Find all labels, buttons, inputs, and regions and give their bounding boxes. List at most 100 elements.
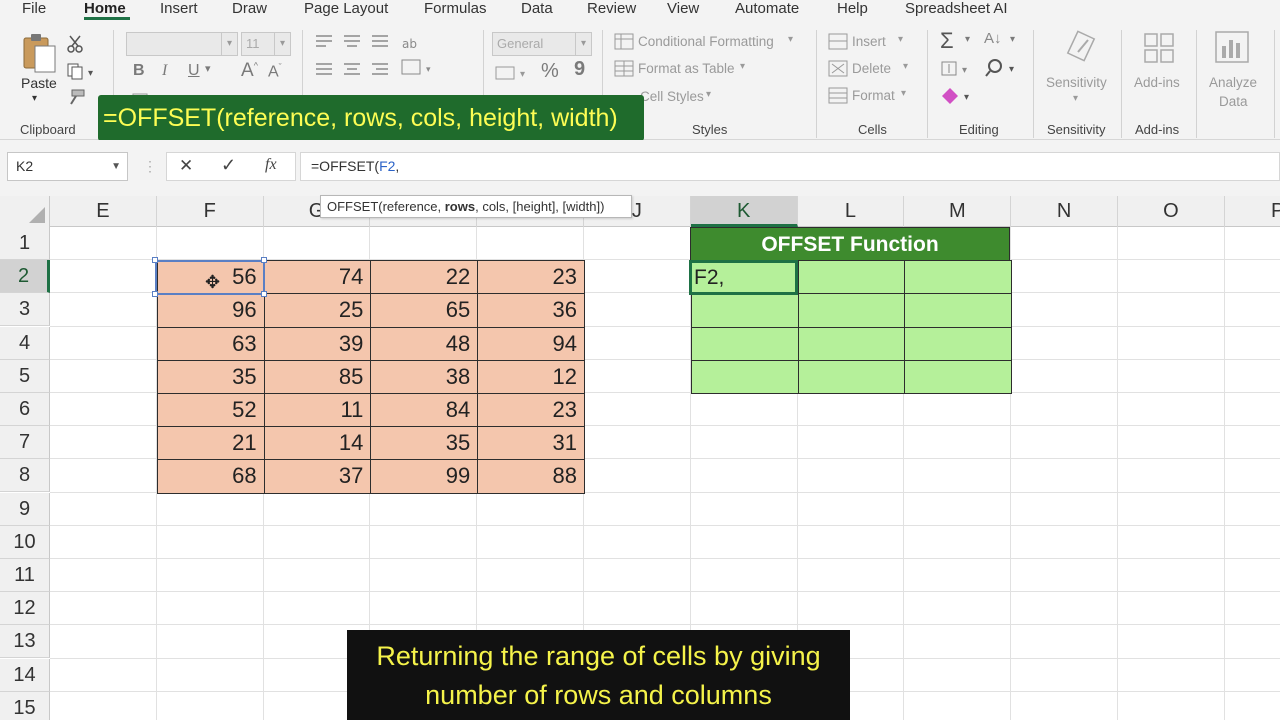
select-all-button[interactable] <box>0 196 50 227</box>
row-header-8[interactable]: 8 <box>0 459 50 493</box>
cut-icon[interactable] <box>66 34 84 54</box>
format-cells-icon[interactable] <box>828 87 848 105</box>
formula-input[interactable]: =OFFSET(F2, <box>300 152 1280 181</box>
offset-result-cell[interactable] <box>904 326 1013 361</box>
data-cell[interactable]: 12 <box>477 359 585 394</box>
data-cell[interactable]: 37 <box>263 459 372 494</box>
column-header-m[interactable]: M <box>904 196 1012 227</box>
clear-icon[interactable]: ▾ <box>940 86 976 106</box>
cell-styles-button[interactable]: Cell Styles <box>640 89 704 104</box>
row-header-11[interactable]: 11 <box>0 559 50 592</box>
conditional-formatting-button[interactable]: Conditional Formatting <box>638 34 774 49</box>
alignment-icons[interactable]: ab ▾ <box>314 32 434 104</box>
row-header-7[interactable]: 7 <box>0 426 50 460</box>
chevron-down-icon[interactable]: ▾ <box>965 34 970 45</box>
format-as-table-button[interactable]: Format as Table <box>638 61 735 76</box>
sensitivity-icon[interactable] <box>1064 30 1098 64</box>
row-header-5[interactable]: 5 <box>0 359 50 393</box>
selection-handle[interactable] <box>152 257 158 263</box>
insert-function-icon[interactable]: fx <box>265 156 277 174</box>
percent-button[interactable]: % <box>541 60 559 83</box>
data-cell[interactable]: 35 <box>156 359 265 394</box>
format-painter-icon[interactable] <box>66 88 86 106</box>
tab-review[interactable]: Review <box>587 0 636 17</box>
data-cell[interactable]: 21 <box>156 426 265 461</box>
paste-chevron-icon[interactable]: ▾ <box>32 93 37 104</box>
shrink-font-icon[interactable]: Aˇ <box>268 62 282 81</box>
tab-view[interactable]: View <box>667 0 699 17</box>
tab-draw[interactable]: Draw <box>232 0 267 17</box>
font-name-combo[interactable]: ▾ <box>126 32 238 56</box>
row-header-2[interactable]: 2 <box>0 260 50 294</box>
cancel-icon[interactable]: ✕ <box>179 156 193 176</box>
offset-result-cell[interactable] <box>904 260 1013 295</box>
paste-icon[interactable] <box>20 32 58 74</box>
insert-cells-button[interactable]: Insert <box>852 34 886 49</box>
add-ins-button[interactable]: Add-ins <box>1134 75 1180 90</box>
data-cell[interactable]: 22 <box>370 260 479 295</box>
row-header-14[interactable]: 14 <box>0 658 50 692</box>
row-header-9[interactable]: 9 <box>0 492 50 526</box>
data-cell[interactable]: 36 <box>477 293 585 328</box>
paste-label[interactable]: Paste <box>21 75 57 91</box>
column-header-k[interactable]: K <box>690 196 798 227</box>
selection-handle[interactable] <box>261 257 267 263</box>
fill-icon[interactable]: ▾ <box>940 60 974 78</box>
tab-help[interactable]: Help <box>837 0 868 17</box>
underline-chevron-icon[interactable]: ▾ <box>205 62 211 75</box>
offset-result-cell[interactable] <box>797 359 906 394</box>
column-header-l[interactable]: L <box>798 196 905 227</box>
data-cell[interactable]: 99 <box>370 459 479 494</box>
data-cell[interactable]: 23 <box>477 393 585 428</box>
sort-filter-icon[interactable]: A↓ <box>984 30 1002 47</box>
selection-handle[interactable] <box>152 291 158 297</box>
data-cell[interactable]: 39 <box>263 326 372 361</box>
chevron-down-icon[interactable]: ▾ <box>1010 34 1015 45</box>
add-ins-icon[interactable] <box>1143 32 1175 64</box>
data-cell[interactable]: 84 <box>370 393 479 428</box>
offset-result-cell[interactable] <box>904 359 1013 394</box>
data-cell[interactable]: 74 <box>263 260 372 295</box>
format-cells-button[interactable]: Format <box>852 88 895 103</box>
tab-insert[interactable]: Insert <box>160 0 198 17</box>
tab-formulas[interactable]: Formulas <box>424 0 487 17</box>
offset-result-cell[interactable] <box>797 293 906 328</box>
data-cell[interactable]: 48 <box>370 326 479 361</box>
conditional-formatting-icon[interactable] <box>614 33 634 51</box>
copy-icon[interactable]: ▾ <box>66 62 100 80</box>
row-header-15[interactable]: 15 <box>0 691 50 720</box>
offset-result-cell[interactable] <box>690 359 799 394</box>
row-header-10[interactable]: 10 <box>0 525 50 559</box>
tab-page-layout[interactable]: Page Layout <box>304 0 388 17</box>
row-header-4[interactable]: 4 <box>0 326 50 360</box>
data-cell[interactable]: 35 <box>370 426 479 461</box>
offset-result-cell[interactable] <box>797 260 906 295</box>
format-as-table-icon[interactable] <box>614 60 634 78</box>
column-header-p[interactable]: P <box>1225 196 1280 227</box>
data-cell[interactable]: 96 <box>156 293 265 328</box>
chevron-down-icon[interactable]: ▼ <box>111 153 121 180</box>
find-select-icon[interactable]: ▾ <box>985 58 1021 78</box>
data-cell[interactable]: 85 <box>263 359 372 394</box>
row-header-1[interactable]: 1 <box>0 227 50 260</box>
column-header-e[interactable]: E <box>50 196 157 227</box>
column-header-o[interactable]: O <box>1118 196 1225 227</box>
row-header-6[interactable]: 6 <box>0 393 50 426</box>
data-cell[interactable]: 25 <box>263 293 372 328</box>
row-header-13[interactable]: 13 <box>0 625 50 659</box>
offset-result-cell[interactable] <box>690 326 799 361</box>
tab-data[interactable]: Data <box>521 0 553 17</box>
data-cell[interactable]: 94 <box>477 326 585 361</box>
bold-button[interactable]: B <box>133 62 145 80</box>
sensitivity-button[interactable]: Sensitivity <box>1046 75 1107 90</box>
underline-button[interactable]: U <box>188 62 200 80</box>
tab-automate[interactable]: Automate <box>735 0 799 17</box>
accounting-format-icon[interactable]: ▾ <box>494 64 534 82</box>
data-cell[interactable]: 65 <box>370 293 479 328</box>
number-format-combo[interactable]: General ▾ <box>492 32 592 56</box>
enter-icon[interactable]: ✓ <box>221 155 236 176</box>
analyze-data-icon[interactable] <box>1214 30 1252 66</box>
tab-spreadsheet-ai[interactable]: Spreadsheet AI <box>905 0 1008 17</box>
tab-file[interactable]: File <box>22 0 46 17</box>
column-header-f[interactable]: F <box>157 196 264 227</box>
